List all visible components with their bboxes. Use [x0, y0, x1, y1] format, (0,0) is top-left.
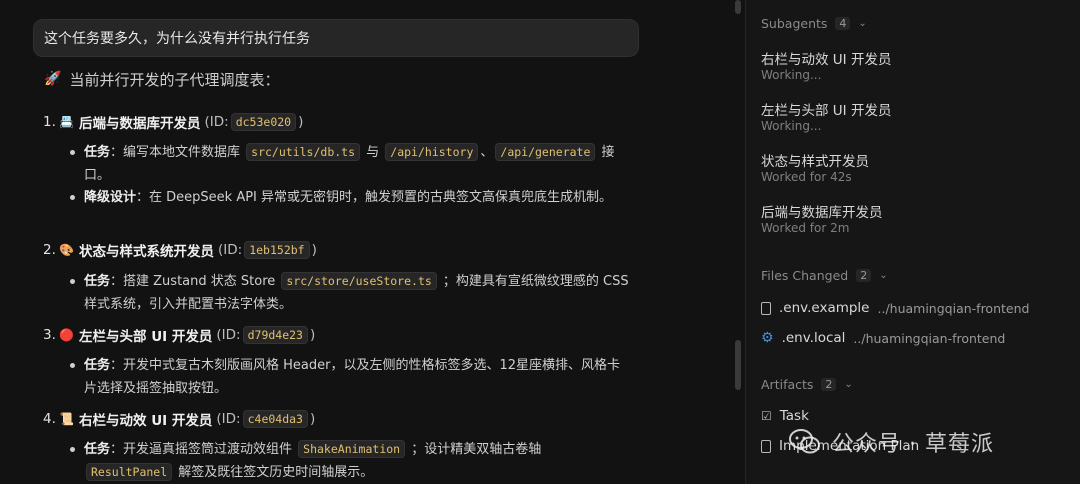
agent-id-suffix: ): [311, 242, 317, 258]
agent-list-item-2: 2. 🎨 状态与样式系统开发员 (ID: 1eb152bf ): [43, 240, 317, 260]
agent-id-suffix: ): [309, 327, 316, 343]
bullet-label: 降级设计: [84, 190, 137, 205]
list-number: 1.: [43, 114, 56, 130]
bullet-task: 任务：开发中式复古木刻版画风格 Header，以及左侧的性格标签多选、12星座横…: [70, 354, 632, 400]
code-history: /api/history: [385, 143, 479, 161]
palette-icon: 🎨: [59, 243, 74, 257]
subagent-name: 后端与数据库开发员: [761, 205, 883, 221]
wechat-logo-icon: [789, 429, 820, 454]
agent-id: 1eb152bf: [244, 241, 310, 259]
file-row[interactable]: .env.example ../huamingqian-frontend: [761, 298, 1029, 318]
user-message-text: 这个任务要多久，为什么没有并行执行任务: [44, 31, 310, 47]
agent-name: 状态与样式系统开发员: [79, 244, 214, 260]
agent-id-suffix: ): [309, 411, 316, 427]
subagent-status: Worked for 2m: [761, 221, 850, 235]
bullet-label: 任务: [84, 442, 111, 457]
agent-name: 左栏与头部 UI 开发员: [79, 329, 213, 345]
agent-name: 右栏与动效 UI 开发员: [79, 413, 213, 429]
agent-id-prefix: (ID:: [216, 411, 241, 427]
files-changed-header[interactable]: Files Changed 2 ⌄: [761, 266, 888, 284]
agent-id-suffix: ): [298, 114, 304, 130]
bullet-label: 任务: [84, 145, 111, 160]
count-badge: 2: [856, 268, 872, 282]
bullet-text: ：开发逼真摇签筒过渡动效组件: [110, 442, 297, 457]
bullet-text: 与: [362, 145, 384, 160]
watermark-text: 公众号 · 草莓派: [832, 432, 994, 457]
bullet-task: 任务：编写本地文件数据库 src/utils/db.ts 与 /api/hist…: [70, 141, 632, 187]
gear-icon: ⚙: [761, 330, 774, 346]
bullet-task: 任务：开发逼真摇签筒过渡动效组件 ShakeAnimation ；设计精美双轴古…: [70, 438, 632, 484]
subagent-status: Working...: [761, 68, 822, 82]
file-path: ../huamingqian-frontend: [877, 300, 1030, 316]
subagent-name: 右栏与动效 UI 开发员: [761, 52, 892, 68]
intro-text: 当前并行开发的子代理调度表：: [69, 70, 280, 89]
agent-list-item-4: 4. 📜 右栏与动效 UI 开发员 (ID: c4e04da3 ): [43, 409, 315, 429]
checklist-icon: ☑: [761, 409, 772, 423]
list-number: 3.: [43, 327, 56, 343]
subagents-header[interactable]: Subagents 4 ⌄: [761, 14, 867, 32]
agent-name: 后端与数据库开发员: [79, 116, 201, 132]
file-name: .env.local: [781, 330, 846, 346]
scrollbar-thumb[interactable]: [735, 340, 741, 390]
section-title: Artifacts: [761, 376, 814, 392]
agent-id-prefix: (ID:: [218, 242, 243, 258]
file-name: .env.example: [779, 300, 870, 316]
subagent-status: Worked for 42s: [761, 170, 852, 184]
chevron-down-icon: ⌄: [844, 378, 853, 390]
bullet-text: 解签及既往签文历史时间轴展示。: [174, 465, 374, 480]
code-shake: ShakeAnimation: [298, 440, 406, 458]
bullet-text: ：开发中式复古木刻版画风格 Header，以及左侧的性格标签多选、12星座横排、…: [84, 358, 621, 396]
agent-id: c4e04da3: [242, 410, 308, 428]
artifact-row[interactable]: ☑ Task: [761, 406, 809, 426]
list-number: 4.: [43, 411, 56, 427]
bullet-text: ：在 DeepSeek API 异常或无密钥时，触发预置的古典签文高保真兜底生成…: [136, 190, 613, 205]
scroll-icon: 📜: [59, 412, 74, 426]
bullet-label: 任务: [84, 358, 111, 373]
subagent-name: 左栏与头部 UI 开发员: [761, 103, 892, 119]
chevron-down-icon: ⌄: [858, 17, 867, 29]
bullet-text: ：搭建 Zustand 状态 Store: [110, 274, 280, 289]
bullet-text: ；设计精美双轴古卷轴: [407, 442, 542, 457]
bullet-text: 、: [480, 145, 494, 160]
sidebar: Subagents 4 ⌄ 右栏与动效 UI 开发员 Working... 左栏…: [746, 0, 1080, 484]
file-row[interactable]: ⚙ .env.local ../huamingqian-frontend: [761, 328, 1005, 348]
agent-list-item-3: 3. 🔴 左栏与头部 UI 开发员 (ID: d79d4e23 ): [43, 325, 315, 345]
code-result: ResultPanel: [86, 463, 173, 481]
code-db: src/utils/db.ts: [246, 143, 361, 161]
subagent-status: Working...: [761, 119, 822, 133]
scrollbar-thumb-top[interactable]: [735, 0, 741, 14]
user-message-bubble[interactable]: 这个任务要多久，为什么没有并行执行任务: [33, 19, 639, 57]
bullet-task: 任务：搭建 Zustand 状态 Store src/store/useStor…: [70, 270, 632, 316]
section-title: Subagents: [761, 15, 828, 31]
document-icon: [761, 301, 771, 315]
rocket-icon: 🚀: [44, 71, 62, 87]
section-title: Files Changed: [761, 267, 849, 283]
code-store: src/store/useStore.ts: [281, 272, 437, 290]
artifacts-header[interactable]: Artifacts 2 ⌄: [761, 375, 853, 393]
card-index-icon: 📇: [59, 115, 74, 129]
artifact-name: Task: [779, 408, 809, 424]
chevron-down-icon: ⌄: [879, 269, 888, 281]
subagent-name: 状态与样式开发员: [761, 154, 869, 170]
agent-id-prefix: (ID:: [204, 114, 229, 130]
file-path: ../huamingqian-frontend: [853, 330, 1006, 346]
document-icon: [761, 439, 771, 453]
code-generate: /api/generate: [495, 143, 596, 161]
agent-list-item-1: 1. 📇 后端与数据库开发员 (ID: dc53e020 ): [43, 112, 303, 132]
count-badge: 2: [821, 377, 837, 391]
watermark: 公众号 · 草莓派: [788, 424, 994, 460]
bullet-label: 任务: [84, 274, 111, 289]
list-number: 2.: [43, 242, 56, 258]
count-badge: 4: [835, 16, 851, 30]
chat-panel: 这个任务要多久，为什么没有并行执行任务 🚀 当前并行开发的子代理调度表： 1. …: [0, 0, 745, 484]
agent-id: d79d4e23: [242, 326, 308, 344]
agent-id-prefix: (ID:: [216, 327, 241, 343]
bullet-fallback: 降级设计：在 DeepSeek API 异常或无密钥时，触发预置的古典签文高保真…: [70, 186, 632, 209]
agent-id: dc53e020: [230, 113, 297, 131]
intro-line: 🚀 当前并行开发的子代理调度表：: [44, 69, 279, 89]
red-circle-icon: 🔴: [59, 328, 74, 342]
bullet-text: ：编写本地文件数据库: [110, 145, 245, 160]
